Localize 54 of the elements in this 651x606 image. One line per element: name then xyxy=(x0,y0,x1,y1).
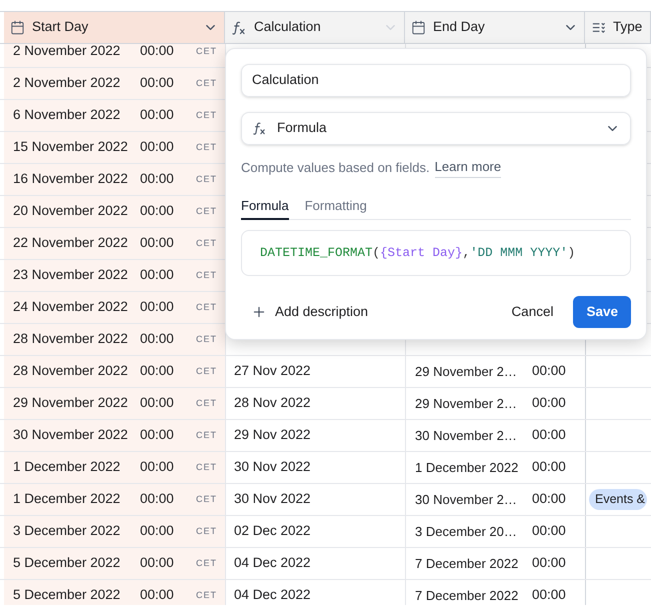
table-cell: 23 November 2022 00:00 CET xyxy=(4,260,225,291)
column-header[interactable]: Calculation xyxy=(225,12,405,43)
help-text: Compute values based on fields. xyxy=(241,158,430,177)
save-button[interactable]: Save xyxy=(573,296,631,328)
column-header[interactable]: Start Day xyxy=(4,12,225,43)
field-name-input[interactable]: Calculation xyxy=(241,64,631,97)
table-cell: 15 November 2022 00:00 CET xyxy=(4,132,225,163)
table-cell: 29 Nov 2022 xyxy=(225,420,405,451)
table-cell: 04 Dec 2022 xyxy=(225,548,405,579)
table-cell: 3 December 2022 00:00 CET xyxy=(4,516,225,547)
table-cell: 30 Nov 2022 xyxy=(225,452,405,483)
tab[interactable]: Formula xyxy=(241,196,289,220)
table-cell: 20 November 2022 00:00 CET xyxy=(4,196,225,227)
table-cell: 7 December 2022 00:00 xyxy=(405,580,585,605)
table-cell: 04 Dec 2022 xyxy=(225,580,405,605)
table-cell: 30 November 2… 00:00 xyxy=(405,484,585,515)
list-icon xyxy=(591,20,606,35)
column-header[interactable]: Type xyxy=(585,12,651,43)
table-cell: 29 November 2… 00:00 xyxy=(405,388,585,419)
table-cell: 22 November 2022 00:00 CET xyxy=(4,228,225,259)
table-cell: 7 December 2022 00:00 xyxy=(405,548,585,579)
type-tag: Events & xyxy=(589,489,648,510)
table-cell: 2 November 2022 00:00 CET xyxy=(4,44,225,67)
tab[interactable]: Formatting xyxy=(304,196,367,219)
table-cell: 30 November 2022 00:00 CET xyxy=(4,420,225,451)
table-cell: 1 December 2022 00:00 xyxy=(405,452,585,483)
table-cell: 16 November 2022 00:00 CET xyxy=(4,164,225,195)
formula-icon xyxy=(231,20,247,36)
table-cell: 24 November 2022 00:00 CET xyxy=(4,292,225,323)
table-cell: 02 Dec 2022 xyxy=(225,516,405,547)
column-header[interactable]: End Day xyxy=(405,12,585,43)
table-cell: 30 Nov 2022 xyxy=(225,484,405,515)
formula-icon xyxy=(252,121,267,136)
table-cell: 2 November 2022 00:00 CET xyxy=(4,68,225,99)
cancel-button[interactable]: Cancel xyxy=(499,296,566,328)
table-cell: 27 Nov 2022 xyxy=(225,356,405,387)
table-cell: 6 November 2022 00:00 CET xyxy=(4,100,225,131)
calendar-icon xyxy=(411,20,426,35)
table-cell: 5 December 2022 00:00 CET xyxy=(4,580,225,605)
calendar-icon xyxy=(10,20,25,35)
learn-more-link[interactable]: Learn more xyxy=(434,157,502,178)
table-cell: 30 November 2… 00:00 xyxy=(405,420,585,451)
table-cell: 5 December 2022 00:00 CET xyxy=(4,548,225,579)
table-cell: 28 Nov 2022 xyxy=(225,388,405,419)
table-cell: 29 November 2022 00:00 CET xyxy=(4,388,225,419)
formula-editor[interactable]: DATETIME_FORMAT({Start Day},'DD MMM YYYY') xyxy=(241,230,631,276)
table-cell: 29 November 2… 00:00 xyxy=(405,356,585,387)
table-cell: 28 November 2022 00:00 CET xyxy=(4,356,225,387)
table-cell: 3 December 20… 00:00 xyxy=(405,516,585,547)
table-cell: 1 December 2022 00:00 CET xyxy=(4,452,225,483)
table-cell: 1 December 2022 00:00 CET xyxy=(4,484,225,515)
add-description-button[interactable]: Add description xyxy=(239,296,380,328)
field-type-dropdown[interactable]: Formula xyxy=(241,112,631,145)
table-cell: 28 November 2022 00:00 CET xyxy=(4,324,225,355)
